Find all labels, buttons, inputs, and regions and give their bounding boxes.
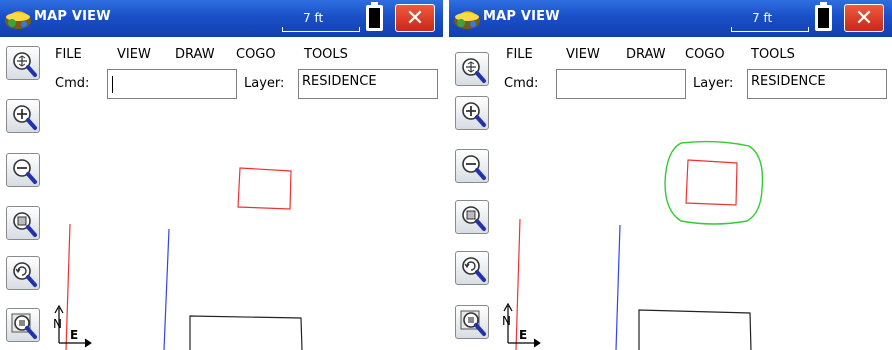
scale-label: 7 ft xyxy=(303,11,324,25)
blue-boundary-line xyxy=(615,224,621,350)
app-logo-icon xyxy=(5,11,31,29)
cmd-label: Cmd: xyxy=(504,76,539,91)
black-structure-line xyxy=(638,309,752,350)
zoom-previous-button[interactable] xyxy=(455,251,489,285)
zoom-extents-button[interactable] xyxy=(455,52,489,86)
menu-draw[interactable]: DRAW xyxy=(626,47,666,62)
cmd-input[interactable] xyxy=(556,69,686,99)
app-title: MAP VIEW xyxy=(483,9,560,24)
zoom-previous-icon xyxy=(462,257,486,282)
app-title: MAP VIEW xyxy=(34,9,111,24)
east-label: E xyxy=(519,328,527,342)
map-canvas[interactable]: N E xyxy=(499,101,892,350)
title-bar: MAP VIEW 7 ft ✕ xyxy=(0,0,443,37)
menu-cogo[interactable]: COGO xyxy=(685,47,725,62)
zoom-object-button[interactable] xyxy=(6,308,40,342)
close-button[interactable]: ✕ xyxy=(844,4,884,32)
zoom-out-button[interactable] xyxy=(6,153,40,187)
cmd-input[interactable] xyxy=(107,69,237,99)
zoom-toolbar xyxy=(449,37,499,350)
offset-polygon xyxy=(664,140,764,225)
screen-right: MAP VIEW 7 ft ✕ FILE VIEW DRAW COGO TOOL… xyxy=(449,0,892,350)
zoom-previous-icon xyxy=(13,262,37,287)
layer-label: Layer: xyxy=(244,76,285,91)
title-bar: MAP VIEW 7 ft ✕ xyxy=(449,0,892,37)
cmd-label: Cmd: xyxy=(55,76,90,91)
blue-boundary-line xyxy=(163,228,170,350)
zoom-toolbar xyxy=(0,37,50,350)
map-canvas[interactable]: N E xyxy=(50,101,443,350)
menu-cogo[interactable]: COGO xyxy=(236,47,276,62)
map-drawing: N E xyxy=(502,140,764,350)
zoom-extents-button[interactable] xyxy=(6,46,40,80)
battery-icon xyxy=(815,2,832,31)
map-drawing: N E xyxy=(53,167,303,350)
menu-bar: FILE VIEW DRAW COGO TOOLS xyxy=(499,47,892,67)
layer-label: Layer: xyxy=(693,76,734,91)
zoom-extents-icon xyxy=(13,52,37,77)
menu-file[interactable]: FILE xyxy=(55,47,82,62)
zoom-window-button[interactable] xyxy=(6,206,40,240)
zoom-previous-button[interactable] xyxy=(6,256,40,290)
north-label: N xyxy=(502,314,511,328)
battery-icon xyxy=(366,2,383,31)
zoom-object-icon xyxy=(460,310,486,336)
menu-draw[interactable]: DRAW xyxy=(175,47,215,62)
zoom-window-icon xyxy=(13,212,37,237)
menu-view[interactable]: VIEW xyxy=(117,47,151,62)
scale-bar xyxy=(282,27,360,32)
menu-tools[interactable]: TOOLS xyxy=(304,47,348,62)
north-label: N xyxy=(53,317,62,331)
residence-polygon xyxy=(237,167,292,210)
zoom-in-button[interactable] xyxy=(455,96,489,130)
zoom-extents-icon xyxy=(462,58,486,83)
menu-view[interactable]: VIEW xyxy=(566,47,600,62)
app-logo-icon xyxy=(454,11,480,29)
menu-tools[interactable]: TOOLS xyxy=(751,47,795,62)
zoom-in-icon xyxy=(13,105,37,130)
menu-bar: FILE VIEW DRAW COGO TOOLS xyxy=(50,47,443,67)
screen-left: MAP VIEW 7 ft ✕ FILE VIEW DRAW COGO TOOL… xyxy=(0,0,443,350)
text-caret xyxy=(112,76,113,93)
zoom-out-icon xyxy=(13,159,37,184)
zoom-window-icon xyxy=(462,206,486,231)
zoom-object-button[interactable] xyxy=(455,305,489,339)
zoom-object-icon xyxy=(11,313,37,339)
menu-file[interactable]: FILE xyxy=(506,47,533,62)
layer-field[interactable]: RESIDENCE xyxy=(298,69,438,99)
zoom-out-icon xyxy=(462,155,486,180)
layer-field[interactable]: RESIDENCE xyxy=(747,69,887,99)
scale-bar xyxy=(731,27,809,32)
zoom-out-button[interactable] xyxy=(455,149,489,183)
residence-polygon xyxy=(685,159,738,206)
close-button[interactable]: ✕ xyxy=(395,4,435,32)
zoom-in-button[interactable] xyxy=(6,99,40,133)
scale-label: 7 ft xyxy=(752,11,773,25)
zoom-window-button[interactable] xyxy=(455,200,489,234)
zoom-in-icon xyxy=(462,102,486,127)
east-label: E xyxy=(70,328,78,342)
black-structure-line xyxy=(189,315,303,350)
